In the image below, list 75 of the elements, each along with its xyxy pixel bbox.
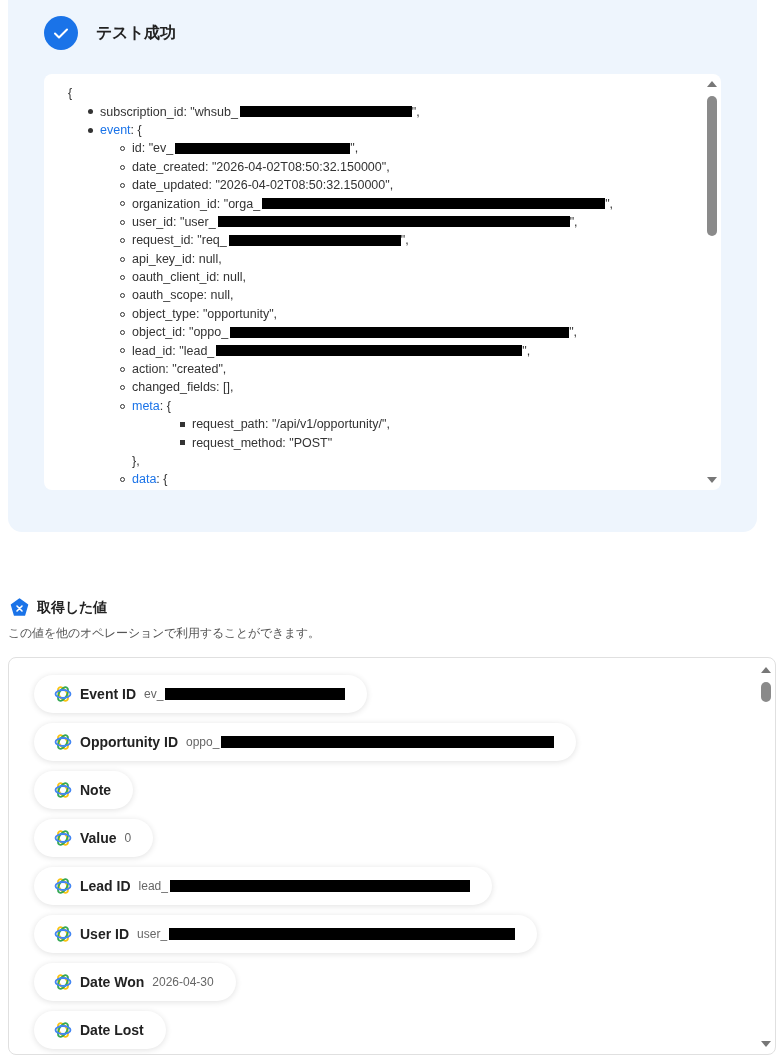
json-text: }, bbox=[132, 454, 140, 468]
json-key[interactable]: event bbox=[100, 122, 131, 137]
chip-label: Opportunity ID bbox=[80, 734, 178, 750]
json-line: request_id: "req_ bbox=[132, 233, 227, 248]
value-chip[interactable]: Date Lost bbox=[34, 1011, 166, 1049]
json-text: ", bbox=[411, 104, 420, 119]
json-text: : { bbox=[130, 122, 142, 137]
orbit-icon bbox=[54, 781, 72, 799]
json-text: ", bbox=[569, 325, 578, 340]
orbit-icon bbox=[54, 829, 72, 847]
section-description: この値を他のオペレーションで利用することができます。 bbox=[8, 626, 321, 641]
bullet-icon bbox=[180, 422, 185, 428]
value-chip[interactable]: Date Won 2026-04-30 bbox=[34, 963, 236, 1001]
json-line: id: "ev_ bbox=[132, 141, 174, 156]
json-line: subscription_id: "whsub_ bbox=[100, 104, 238, 119]
value-chip[interactable]: User ID user_ bbox=[34, 915, 538, 953]
bullet-icon bbox=[88, 127, 93, 133]
scroll-up-icon[interactable] bbox=[760, 666, 772, 674]
json-text: : { bbox=[156, 472, 168, 487]
json-line: organization_id: "orga_ bbox=[132, 196, 261, 211]
scroll-up-icon[interactable] bbox=[706, 80, 718, 88]
json-line: date_created: "2026-04-02T08:50:32.150000", bbox=[132, 159, 390, 174]
scrollbar-thumb[interactable] bbox=[761, 682, 771, 702]
chip-label: Date Won bbox=[80, 974, 145, 990]
orbit-icon bbox=[54, 877, 72, 895]
json-text: ", bbox=[522, 343, 531, 358]
orbit-icon bbox=[54, 733, 72, 751]
json-text: ", bbox=[569, 214, 578, 229]
json-line: changed_fields: [], bbox=[132, 380, 234, 395]
value-chip[interactable]: Event ID ev_ bbox=[34, 675, 368, 713]
chip-label: User ID bbox=[80, 926, 130, 942]
section-title: 取得した値 bbox=[37, 598, 107, 617]
json-line: lead_id: "lead_ bbox=[132, 343, 215, 358]
json-text: : { bbox=[159, 398, 171, 413]
json-text: { bbox=[68, 86, 73, 101]
chip-value: oppo_ bbox=[186, 735, 220, 749]
json-line: oauth_scope: null, bbox=[132, 288, 234, 303]
scroll-down-icon[interactable] bbox=[706, 476, 718, 484]
chip-value: user_ bbox=[137, 927, 168, 941]
chip-label: Value bbox=[80, 830, 117, 846]
chip-label: Note bbox=[80, 782, 112, 798]
chip-label: Event ID bbox=[80, 686, 136, 702]
json-line: request_method: "POST" bbox=[192, 435, 333, 450]
json-line: object_id: "oppo_ bbox=[132, 325, 229, 340]
scroll-down-icon[interactable] bbox=[760, 1040, 772, 1048]
value-chip[interactable]: Lead ID lead_ bbox=[34, 867, 492, 905]
json-text: ", bbox=[350, 141, 359, 156]
scrollbar-thumb[interactable] bbox=[707, 96, 717, 236]
chip-value: lead_ bbox=[138, 879, 168, 893]
json-line: api_key_id: null, bbox=[132, 251, 222, 266]
result-title: テスト成功 bbox=[96, 22, 176, 43]
bullet-icon bbox=[88, 109, 93, 115]
json-line: user_id: "user_ bbox=[132, 214, 216, 229]
chip-label: Lead ID bbox=[80, 878, 131, 894]
json-line: date_updated: "2026-04-02T08:50:32.150000", bbox=[132, 178, 394, 193]
chip-value: 0 bbox=[124, 831, 132, 845]
value-chip[interactable]: Note bbox=[34, 771, 134, 809]
value-chip[interactable]: Value 0 bbox=[34, 819, 154, 857]
pentagon-icon bbox=[10, 598, 29, 617]
json-line: object_type: "opportunity", bbox=[132, 306, 278, 321]
bullet-icon bbox=[180, 440, 185, 446]
orbit-icon bbox=[54, 1021, 72, 1039]
json-text: ", bbox=[400, 233, 409, 248]
json-line: action: "created", bbox=[132, 362, 227, 377]
json-key[interactable]: meta bbox=[132, 398, 160, 413]
value-chip[interactable]: Opportunity ID oppo_ bbox=[34, 723, 577, 761]
json-text: ", bbox=[605, 196, 614, 211]
json-line: request_path: "/api/v1/opportunity/", bbox=[192, 417, 390, 432]
orbit-icon bbox=[54, 685, 72, 703]
orbit-icon bbox=[54, 925, 72, 943]
chip-value: ev_ bbox=[144, 687, 164, 701]
json-line: oauth_client_id: null, bbox=[132, 270, 246, 285]
chip-label: Date Lost bbox=[80, 1022, 144, 1038]
orbit-icon bbox=[54, 973, 72, 991]
chip-value: 2026-04-30 bbox=[152, 975, 214, 989]
